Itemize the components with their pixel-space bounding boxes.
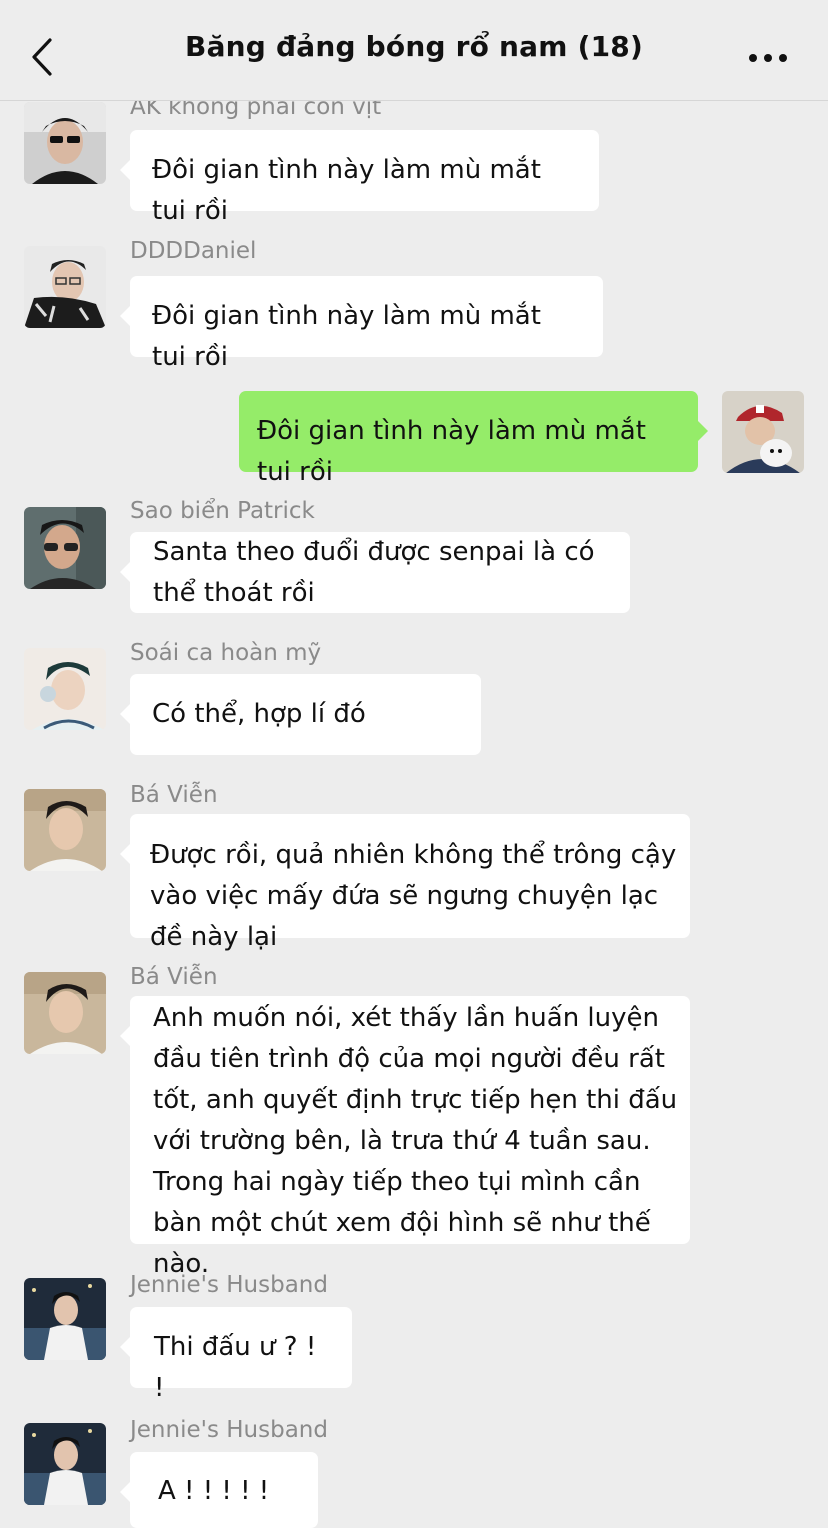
message-bubble[interactable]: Có thể, hợp lí đó bbox=[120, 674, 481, 755]
avatar[interactable] bbox=[24, 972, 106, 1054]
message-bubble[interactable]: A ! ! ! ! ! bbox=[120, 1452, 318, 1528]
more-button[interactable] bbox=[742, 46, 794, 70]
chat-area[interactable]: AK không phải con vịt Đôi gian tình này … bbox=[0, 0, 828, 1528]
my-avatar[interactable] bbox=[722, 391, 804, 473]
avatar[interactable] bbox=[24, 648, 106, 730]
sender-name: DDDDaniel bbox=[130, 238, 257, 264]
avatar[interactable] bbox=[24, 507, 106, 589]
message-bubble[interactable]: Santa theo đuổi được senpai là có thể th… bbox=[120, 532, 630, 613]
message-bubble[interactable]: Anh muốn nói, xét thấy lần huấn luyện đầ… bbox=[120, 996, 690, 1279]
message-bubble[interactable]: Thi đấu ư ? ! ! bbox=[120, 1307, 352, 1403]
sender-name: Jennie's Husband bbox=[130, 1417, 328, 1443]
chat-title: Băng đảng bóng rổ nam (18) bbox=[185, 30, 643, 63]
sender-name: Jennie's Husband bbox=[130, 1272, 328, 1298]
message-bubble[interactable]: Đôi gian tình này làm mù mắt tui rồi bbox=[120, 276, 603, 372]
message-bubble[interactable]: Được rồi, quả nhiên không thể trông cậy … bbox=[120, 814, 690, 952]
sender-name: Soái ca hoàn mỹ bbox=[130, 640, 322, 666]
avatar[interactable] bbox=[24, 1278, 106, 1360]
sender-name: Bá Viễn bbox=[130, 964, 218, 990]
avatar[interactable] bbox=[24, 789, 106, 871]
message-bubble[interactable]: Đôi gian tình này làm mù mắt tui rồi bbox=[239, 391, 708, 487]
chat-header: Băng đảng bóng rổ nam (18) bbox=[0, 0, 828, 101]
avatar[interactable] bbox=[24, 102, 106, 184]
sender-name: Bá Viễn bbox=[130, 782, 218, 808]
message-bubble[interactable]: Đôi gian tình này làm mù mắt tui rồi bbox=[120, 130, 599, 226]
avatar[interactable] bbox=[24, 1423, 106, 1505]
avatar[interactable] bbox=[24, 246, 106, 328]
sender-name: Sao biển Patrick bbox=[130, 498, 315, 524]
